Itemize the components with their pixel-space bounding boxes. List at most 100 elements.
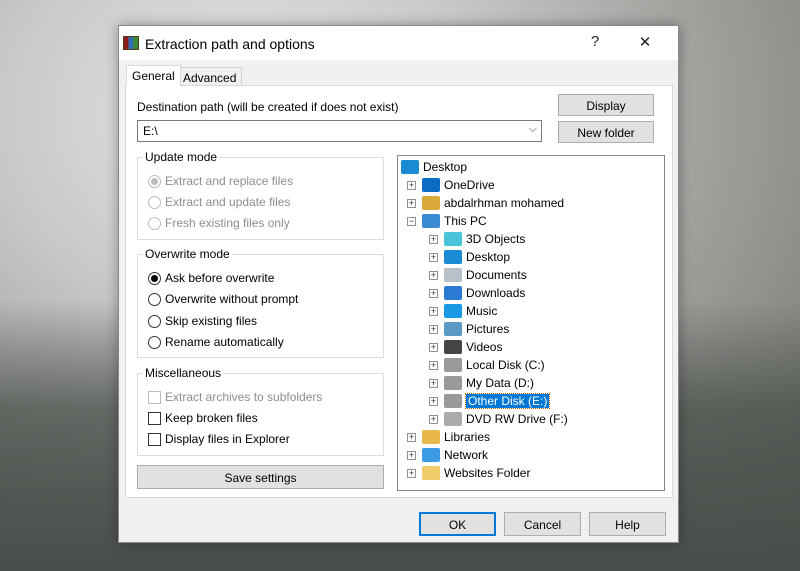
fresh-existing-radio[interactable]: Fresh existing files only <box>148 216 290 230</box>
option-label: Ask before overwrite <box>165 271 275 285</box>
expand-icon[interactable]: + <box>429 397 438 406</box>
tree-item[interactable]: 3D Objects <box>444 230 525 248</box>
option-label: Fresh existing files only <box>165 216 290 230</box>
option-label: Extract and update files <box>165 195 291 209</box>
skip-existing-radio[interactable]: Skip existing files <box>148 314 257 328</box>
option-label: Display files in Explorer <box>165 432 290 446</box>
tree-item-label: Downloads <box>466 286 526 300</box>
tab-general[interactable]: General <box>126 65 181 86</box>
tree-item-label: Network <box>444 448 489 462</box>
tree-item-label: Documents <box>466 268 527 282</box>
display-files-explorer-checkbox[interactable]: Display files in Explorer <box>148 432 290 446</box>
tree-item-label: DVD RW Drive (F:) <box>466 412 568 426</box>
checkbox-box <box>148 390 161 404</box>
option-label: Extract archives to subfolders <box>165 390 323 404</box>
tree-item[interactable]: My Data (D:) <box>444 374 534 392</box>
tree-item-label: My Data (D:) <box>466 376 535 390</box>
tree-item[interactable]: This PC <box>422 212 487 230</box>
extract-to-subfolders-checkbox[interactable]: Extract archives to subfolders <box>148 390 322 404</box>
tree-item-label: Desktop <box>423 160 468 174</box>
tree-item-label: 3D Objects <box>466 232 526 246</box>
extract-replace-radio[interactable]: Extract and replace files <box>148 174 293 188</box>
tree-item[interactable]: Desktop <box>444 248 510 266</box>
extraction-dialog: Extraction path and options ? ✕ General … <box>118 25 679 543</box>
desktop-icon <box>444 250 462 264</box>
expand-icon[interactable]: + <box>429 235 438 244</box>
tree-item-label: Pictures <box>466 322 510 336</box>
tree-item[interactable]: Music <box>444 302 497 320</box>
ask-before-overwrite-radio[interactable]: Ask before overwrite <box>148 271 274 285</box>
tree-item-label: Videos <box>466 340 503 354</box>
option-label: Overwrite without prompt <box>165 292 299 306</box>
tree-item[interactable]: Desktop <box>401 158 467 176</box>
expand-icon[interactable]: + <box>429 343 438 352</box>
ok-button[interactable]: OK <box>419 512 496 536</box>
tree-item[interactable]: Websites Folder <box>422 464 530 482</box>
expand-icon[interactable]: + <box>429 415 438 424</box>
option-label: Keep broken files <box>165 411 258 425</box>
radio-indicator <box>148 314 161 328</box>
tree-item[interactable]: Libraries <box>422 428 490 446</box>
expand-icon[interactable]: + <box>429 289 438 298</box>
collapse-icon[interactable]: − <box>407 217 416 226</box>
download-arrow-icon <box>444 286 462 300</box>
tree-item[interactable]: OneDrive <box>422 176 495 194</box>
tab-advanced[interactable]: Advanced <box>177 67 243 87</box>
cancel-button[interactable]: Cancel <box>504 512 581 536</box>
overwrite-without-prompt-radio[interactable]: Overwrite without prompt <box>148 292 298 306</box>
save-settings-button[interactable]: Save settings <box>137 465 384 489</box>
expand-icon[interactable]: + <box>407 199 416 208</box>
help-title-button[interactable]: ? <box>580 33 610 50</box>
tree-item[interactable]: Documents <box>444 266 527 284</box>
destination-label: Destination path (will be created if doe… <box>137 100 399 114</box>
group-label: Update mode <box>143 150 220 164</box>
radio-indicator <box>148 174 161 188</box>
cloud-icon <box>422 178 440 192</box>
dialog-title: Extraction path and options <box>145 36 315 52</box>
new-folder-button[interactable]: New folder <box>558 121 654 143</box>
destination-path-combo[interactable]: E:\ ⌵ <box>137 120 542 142</box>
pictures-icon <box>444 322 462 336</box>
expand-icon[interactable]: + <box>429 361 438 370</box>
tree-item[interactable]: Downloads <box>444 284 525 302</box>
expand-icon[interactable]: + <box>407 181 416 190</box>
tree-item-label: abdalrhman mohamed <box>444 196 565 210</box>
display-button[interactable]: Display <box>558 94 654 116</box>
help-button[interactable]: Help <box>589 512 666 536</box>
expand-icon[interactable]: + <box>429 379 438 388</box>
tree-item[interactable]: Network <box>422 446 488 464</box>
cube-icon <box>444 232 462 246</box>
rename-automatically-radio[interactable]: Rename automatically <box>148 335 284 349</box>
tree-item-label: Music <box>466 304 498 318</box>
expand-icon[interactable]: + <box>429 271 438 280</box>
extract-update-radio[interactable]: Extract and update files <box>148 195 290 209</box>
expand-icon[interactable]: + <box>407 451 416 460</box>
expand-icon[interactable]: + <box>407 433 416 442</box>
folder-tree[interactable]: Desktop + OneDrive + abdalrhman mohamed − This… <box>397 155 665 491</box>
radio-indicator <box>148 271 161 285</box>
option-label: Rename automatically <box>165 335 284 349</box>
close-button[interactable]: ✕ <box>630 33 660 51</box>
computer-icon <box>422 214 440 228</box>
tree-item[interactable]: Other Disk (E:) <box>444 392 551 410</box>
libraries-folder-icon <box>422 430 440 444</box>
tree-item[interactable]: DVD RW Drive (F:) <box>444 410 568 428</box>
expand-icon[interactable]: + <box>429 325 438 334</box>
title-bar: Extraction path and options ? ✕ <box>119 26 678 60</box>
chevron-down-icon[interactable]: ⌵ <box>529 123 537 136</box>
tree-item-label: Libraries <box>444 430 491 444</box>
tree-item[interactable]: Local Disk (C:) <box>444 356 545 374</box>
windows-drive-icon <box>444 358 462 372</box>
checkbox-box <box>148 411 161 425</box>
expand-icon[interactable]: + <box>429 307 438 316</box>
tree-item[interactable]: Videos <box>444 338 502 356</box>
network-icon <box>422 448 440 462</box>
tree-item[interactable]: Pictures <box>444 320 509 338</box>
destination-value: E:\ <box>143 124 158 138</box>
tree-item-label: This PC <box>444 214 487 228</box>
expand-icon[interactable]: + <box>407 469 416 478</box>
tree-item[interactable]: abdalrhman mohamed <box>422 194 564 212</box>
miscellaneous-group: Miscellaneous Extract archives to subfol… <box>137 366 384 456</box>
keep-broken-files-checkbox[interactable]: Keep broken files <box>148 411 258 425</box>
expand-icon[interactable]: + <box>429 253 438 262</box>
